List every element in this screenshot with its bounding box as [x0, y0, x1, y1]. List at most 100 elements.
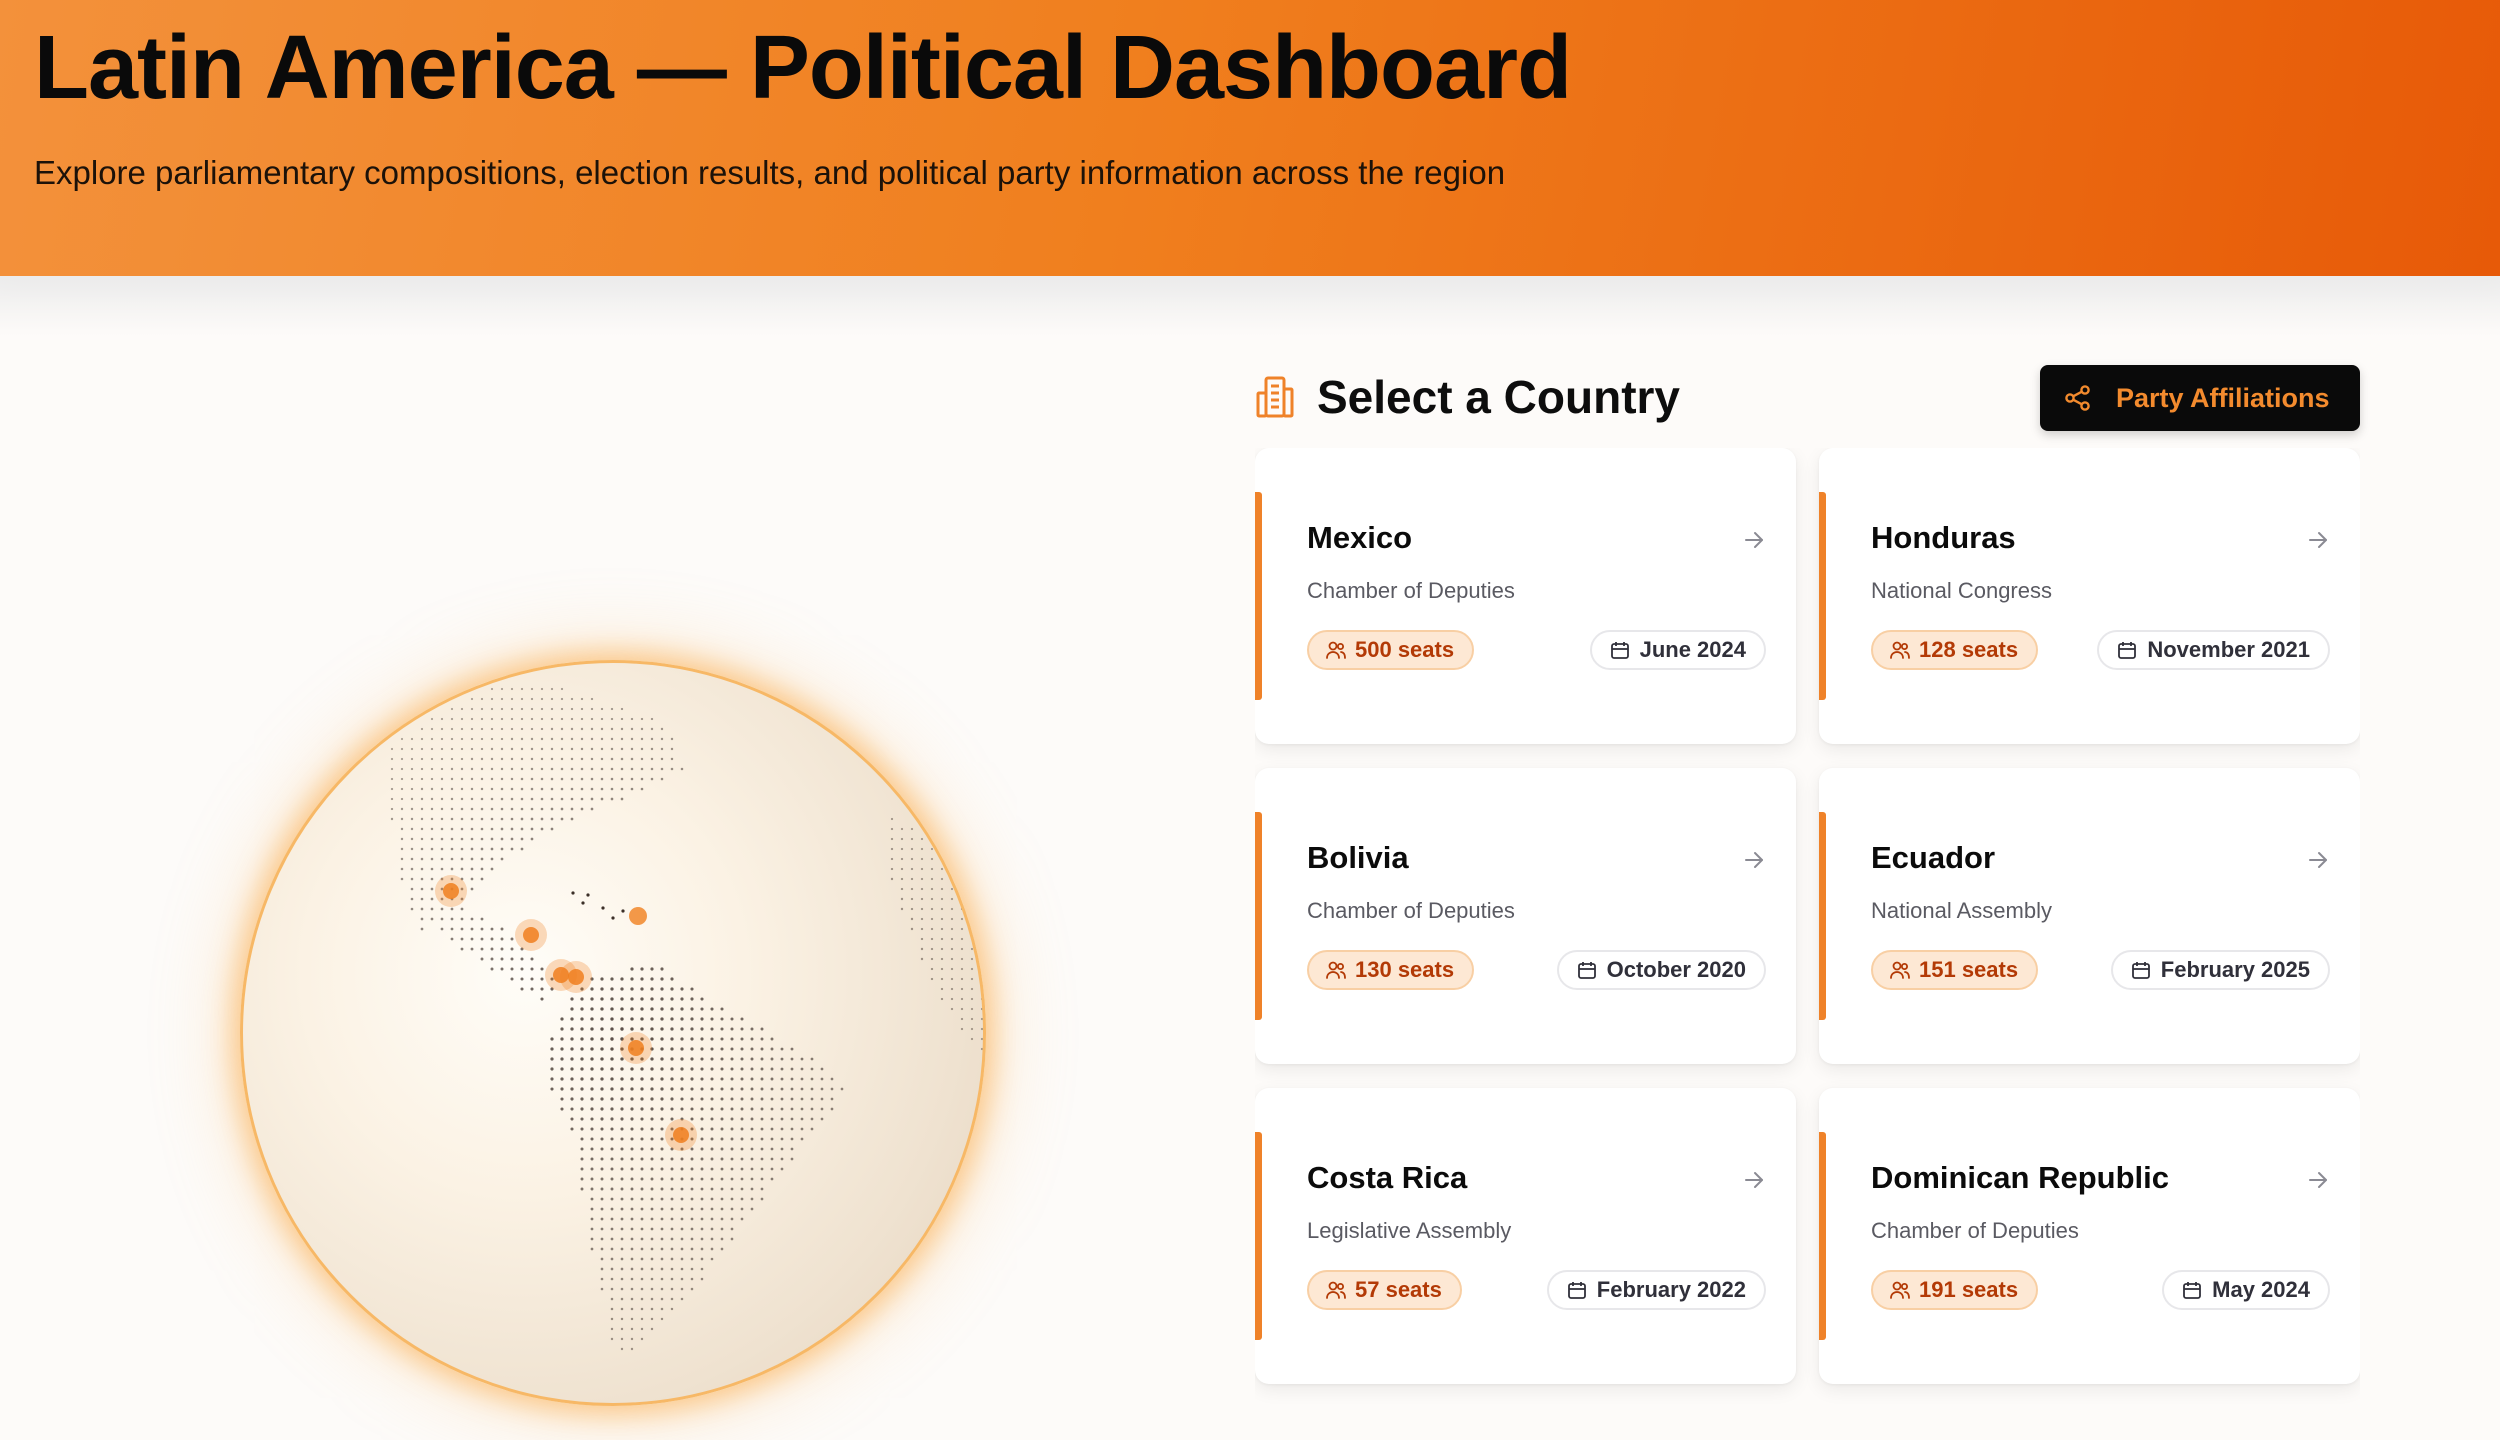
land-dot — [590, 1237, 594, 1241]
land-dot — [760, 1027, 764, 1031]
seats-count: 500 seats — [1355, 637, 1455, 662]
globe-map[interactable] — [240, 660, 986, 1406]
arrow-right-icon — [1745, 532, 1763, 548]
land-dot — [640, 1317, 644, 1321]
land-dot — [490, 797, 494, 801]
land-dot — [610, 1067, 614, 1071]
land-dot — [480, 927, 484, 931]
land-dot — [620, 1207, 624, 1211]
country-card-ecuador[interactable]: Ecuador National Assembly 151 seats Febr… — [1819, 768, 2360, 1064]
land-dot — [570, 997, 574, 1001]
land-dot — [600, 1227, 604, 1231]
country-marker-mexico[interactable] — [443, 883, 459, 899]
land-dot — [550, 1037, 554, 1041]
land-dot — [470, 877, 474, 881]
land-dot — [790, 1117, 794, 1121]
land-dot — [940, 987, 944, 991]
land-dot — [830, 1077, 834, 1081]
land-dot — [430, 827, 434, 831]
country-card-costa-rica[interactable]: Costa Rica Legislative Assembly 57 seats — [1255, 1088, 1796, 1384]
land-dot — [750, 1197, 754, 1201]
land-dot — [970, 967, 974, 971]
land-dot — [520, 697, 524, 701]
land-dot — [690, 1217, 694, 1221]
land-dot — [740, 1157, 744, 1161]
land-dot — [710, 1197, 714, 1201]
land-dot — [580, 1077, 584, 1081]
land-dot — [430, 897, 434, 901]
land-dot — [620, 1237, 624, 1241]
land-dot — [610, 1157, 614, 1161]
land-dot — [540, 737, 544, 741]
share-icon — [2065, 385, 2090, 411]
country-card-honduras[interactable]: Honduras National Congress 128 seats Nov… — [1819, 448, 2360, 744]
land-dot — [540, 717, 544, 721]
land-dot — [660, 1177, 664, 1181]
land-dot — [580, 1047, 584, 1051]
land-dot — [650, 1147, 654, 1151]
land-dot — [710, 1157, 714, 1161]
country-card-dominican-republic[interactable]: Dominican Republic Chamber of Deputies 1… — [1819, 1088, 2360, 1384]
land-dot — [760, 1107, 764, 1111]
party-affiliations-button[interactable]: Party Affiliations — [2040, 365, 2360, 431]
land-dot — [700, 997, 704, 1001]
land-dot — [621, 909, 625, 913]
country-name: Ecuador — [1871, 840, 1996, 875]
land-dot — [610, 1107, 614, 1111]
land-dot — [630, 967, 634, 971]
page-title: Latin America — Political Dashboard — [34, 18, 1572, 118]
country-marker-honduras[interactable] — [523, 927, 539, 943]
land-dot — [400, 807, 404, 811]
users-icon — [1326, 961, 1346, 979]
land-dot — [720, 1047, 724, 1051]
country-name: Bolivia — [1307, 840, 1409, 875]
arrow-right-icon — [2309, 852, 2327, 868]
country-card-bolivia[interactable]: Bolivia Chamber of Deputies 130 seats Oc… — [1255, 768, 1796, 1064]
land-dot — [660, 747, 664, 751]
land-dot — [510, 837, 514, 841]
land-dot — [540, 967, 544, 971]
land-dot — [450, 817, 454, 821]
land-dot — [610, 977, 614, 981]
land-dot — [690, 1027, 694, 1031]
land-dot — [640, 1187, 644, 1191]
country-card-mexico[interactable]: Mexico Chamber of Deputies 500 seats Jun… — [1255, 448, 1796, 744]
land-dot — [630, 737, 634, 741]
land-dot — [460, 857, 464, 861]
land-dot — [760, 1157, 764, 1161]
land-dot — [490, 957, 494, 961]
land-dot — [780, 1127, 784, 1131]
land-dot — [590, 1087, 594, 1091]
land-dot — [660, 1167, 664, 1171]
country-marker[interactable] — [629, 907, 647, 925]
land-dot — [660, 767, 664, 771]
land-dot — [550, 747, 554, 751]
land-dot — [560, 1057, 564, 1061]
land-dot — [620, 1157, 624, 1161]
land-dot — [770, 1037, 774, 1041]
country-marker-ecuador[interactable] — [628, 1040, 644, 1056]
country-marker-dominican-republic[interactable] — [568, 969, 584, 985]
land-dot — [600, 1267, 604, 1271]
land-dot — [740, 1087, 744, 1091]
land-dot — [770, 1057, 774, 1061]
land-dot — [650, 1017, 654, 1021]
land-dot — [770, 1167, 774, 1171]
country-marker-bolivia[interactable] — [673, 1127, 689, 1143]
land-dot — [530, 747, 534, 751]
land-dot — [600, 1117, 604, 1121]
country-name: Mexico — [1307, 520, 1413, 555]
land-dot — [960, 987, 964, 991]
land-dot — [590, 1127, 594, 1131]
land-dot — [720, 1197, 724, 1201]
land-dot — [640, 1327, 644, 1331]
land-dot — [790, 1077, 794, 1081]
land-dot — [550, 717, 554, 721]
land-dot — [690, 1147, 694, 1151]
land-dot — [710, 1147, 714, 1151]
land-dot — [950, 877, 954, 881]
land-dot — [640, 1177, 644, 1181]
land-dot — [770, 1047, 774, 1051]
land-dot — [510, 797, 514, 801]
land-dot — [530, 827, 534, 831]
